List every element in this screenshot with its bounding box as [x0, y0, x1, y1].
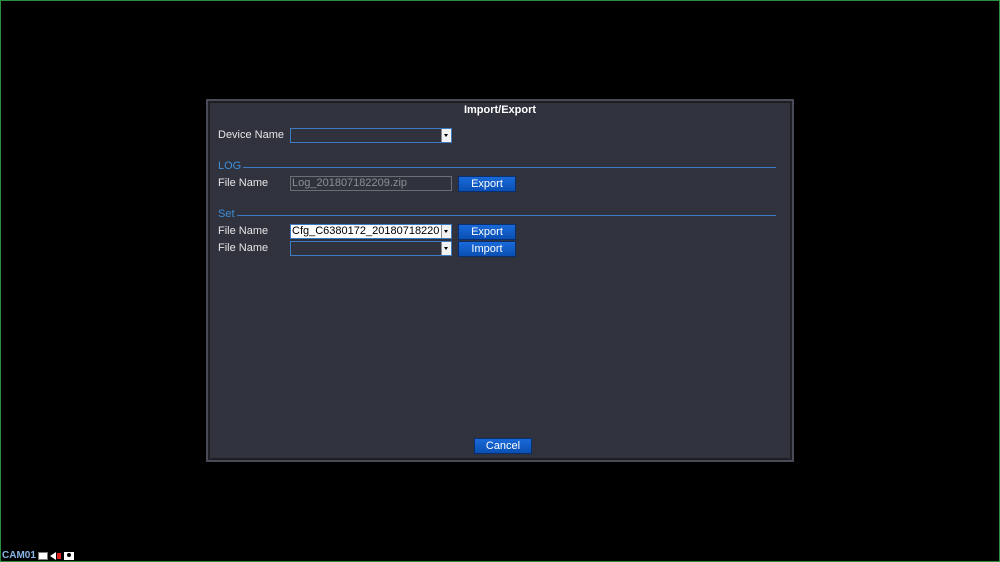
set-export-file-dropdown[interactable]: Cfg_C6380172_20180718220 — [290, 224, 452, 239]
set-export-file-name-label: File Name — [218, 225, 269, 237]
cancel-button[interactable]: Cancel — [474, 438, 532, 454]
chevron-down-icon[interactable] — [441, 225, 451, 238]
log-export-button[interactable]: Export — [458, 176, 516, 192]
set-export-button[interactable]: Export — [458, 224, 516, 240]
log-file-name-field[interactable]: Log_201807182209.zip — [290, 176, 452, 191]
set-import-file-value — [292, 242, 440, 255]
camera-icon — [63, 551, 74, 560]
log-section-rule — [218, 167, 776, 168]
set-section-header: Set — [218, 207, 776, 221]
alarm-icon — [56, 552, 61, 559]
import-export-dialog: Import/Export Device Name LOG File Name … — [206, 99, 794, 462]
set-import-file-dropdown[interactable] — [290, 241, 452, 256]
set-import-file-name-label: File Name — [218, 242, 269, 254]
log-section-label: LOG — [218, 159, 244, 173]
device-name-label: Device Name — [218, 129, 285, 141]
set-import-button[interactable]: Import — [458, 241, 516, 257]
device-name-value — [292, 129, 440, 142]
set-section-label: Set — [218, 207, 237, 221]
chevron-down-icon[interactable] — [441, 242, 451, 255]
camera-status-bar: CAM01 — [2, 550, 74, 561]
log-file-name-label: File Name — [218, 177, 269, 189]
camera-name: CAM01 — [2, 550, 36, 561]
set-export-file-value: Cfg_C6380172_20180718220 — [292, 225, 440, 237]
chevron-down-icon[interactable] — [441, 129, 451, 142]
dialog-title: Import/Export — [463, 104, 537, 116]
log-section-header: LOG — [218, 159, 776, 173]
device-name-dropdown[interactable] — [290, 128, 452, 143]
speaker-icon — [49, 551, 56, 560]
set-section-rule — [218, 215, 776, 216]
record-icon — [37, 551, 48, 560]
log-file-name-value: Log_201807182209.zip — [292, 177, 408, 189]
